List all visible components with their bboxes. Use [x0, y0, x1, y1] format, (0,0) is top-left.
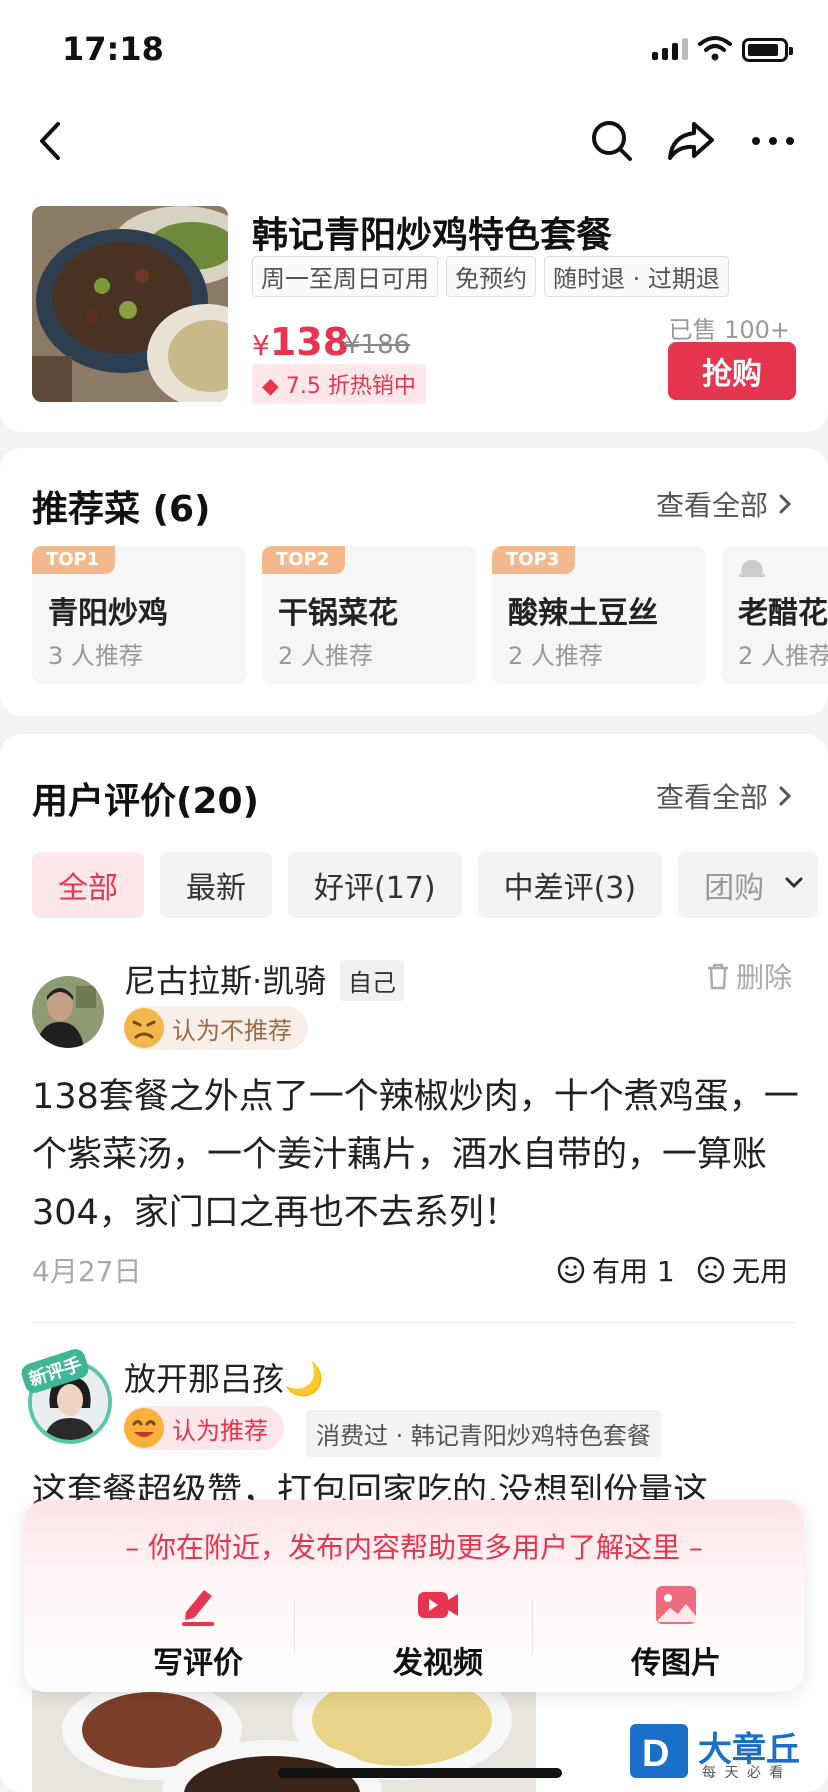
price-value: 138 — [269, 320, 350, 364]
post-video-button[interactable]: 发视频 — [338, 1582, 538, 1682]
composer-separator — [532, 1598, 533, 1654]
review-username[interactable]: 放开那吕孩🌙 — [124, 1354, 324, 1400]
product-card[interactable]: 韩记青阳炒鸡特色套餐 周一至周日可用 免预约 随时退 · 过期退 ¥138 ¥1… — [0, 190, 828, 432]
sold-count: 已售 100+ — [668, 316, 790, 344]
product-tag: 随时退 · 过期退 — [544, 256, 729, 297]
verdict-text: 认为不推荐 — [172, 1016, 292, 1045]
dish-name: 老醋花生 — [738, 596, 828, 631]
write-review-button[interactable]: 写评价 — [98, 1582, 298, 1682]
search-icon[interactable] — [588, 116, 636, 166]
useless-label: 无用 — [732, 1255, 789, 1288]
original-price: ¥186 — [344, 330, 411, 360]
svg-text:D: D — [642, 1733, 669, 1775]
dish-card[interactable]: TOP2 干锅菜花 2 人推荐 — [262, 546, 476, 684]
share-icon[interactable] — [664, 116, 718, 166]
chevron-down-icon — [785, 877, 803, 889]
consumed-tag[interactable]: 消费过 · 韩记青阳炒鸡特色套餐 — [306, 1410, 661, 1457]
currency-symbol: ¥ — [252, 329, 270, 362]
discount-text: 7.5 折热销中 — [285, 374, 416, 399]
chevron-right-icon — [779, 786, 792, 806]
product-tags: 周一至周日可用 免预约 随时退 · 过期退 — [252, 256, 729, 297]
product-tag: 周一至周日可用 — [252, 256, 438, 297]
image-icon — [656, 1586, 696, 1624]
buy-button[interactable]: 抢购 — [668, 342, 796, 400]
smile-icon — [557, 1256, 585, 1284]
useful-button[interactable]: 有用 1 — [556, 1250, 675, 1290]
post-composer-panel: – 你在附近，发布内容帮助更多用户了解这里 – 写评价 发视频 传图片 — [24, 1500, 804, 1692]
filter-tab-latest[interactable]: 最新 — [160, 852, 272, 918]
dish-name: 青阳炒鸡 — [48, 596, 168, 631]
self-tag: 自己 — [340, 960, 404, 1001]
signal-icon — [652, 38, 688, 60]
delete-label: 删除 — [735, 961, 792, 994]
dish-card[interactable]: TOP1 青阳炒鸡 3 人推荐 — [32, 546, 246, 684]
frown-icon — [697, 1256, 725, 1284]
dish-recommend-count: 3 人推荐 — [48, 642, 143, 670]
chevron-right-icon — [779, 494, 792, 514]
review-username[interactable]: 尼古拉斯·凯骑 — [124, 956, 326, 1002]
useless-button[interactable]: 无用 — [696, 1250, 788, 1290]
composer-separator — [294, 1598, 295, 1654]
post-video-label: 发视频 — [393, 1646, 483, 1681]
see-all-label: 查看全部 — [655, 489, 768, 522]
status-time: 17:18 — [62, 30, 164, 68]
composer-tip: – 你在附近，发布内容帮助更多用户了解这里 – — [125, 1531, 703, 1564]
watermark-logo: D 大章丘 每 天 必 看 — [630, 1722, 820, 1786]
wifi-icon — [698, 36, 732, 61]
section-title: 用户评价(20) — [32, 781, 260, 822]
section-title: 推荐菜 (6) — [32, 489, 211, 530]
discount-badge: ◆ 7.5 折热销中 — [252, 364, 426, 404]
status-bar: 17:18 — [0, 0, 828, 100]
recommend-badge: 认为推荐 — [124, 1406, 284, 1450]
useful-label: 有用 1 — [592, 1255, 675, 1288]
filter-tab-more[interactable]: 团购 — [678, 852, 819, 918]
dish-recommend-count: 2 人推荐 — [278, 642, 373, 670]
product-title: 韩记青阳炒鸡特色套餐 — [252, 215, 613, 256]
product-tag: 免预约 — [446, 256, 536, 297]
filter-tab-group: 团购 — [704, 871, 765, 906]
upload-photo-label: 传图片 — [631, 1646, 721, 1681]
smile-face-icon — [124, 1408, 164, 1448]
dish-cover-icon — [739, 560, 765, 577]
watermark-slogan: 每 天 必 看 — [702, 1765, 786, 1781]
more-icon[interactable] — [748, 116, 798, 166]
filter-tab-positive[interactable]: 好评(17) — [288, 852, 462, 918]
recommended-dishes-section: 推荐菜 (6) 查看全部 TOP1 青阳炒鸡 3 人推荐 TOP2 干锅菜花 2… — [0, 448, 828, 716]
filter-tab-all[interactable]: 全部 — [32, 852, 144, 918]
review-divider — [32, 1322, 796, 1323]
see-all-reviews-link[interactable]: 查看全部 — [656, 776, 792, 816]
nav-bar — [0, 100, 828, 190]
dish-recommend-count: 2 人推荐 — [738, 642, 828, 670]
dish-recommend-count: 2 人推荐 — [508, 642, 603, 670]
dish-card[interactable]: 老醋花生 2 人推荐 — [722, 546, 828, 684]
product-price: ¥138 — [252, 320, 349, 364]
chevron-left-icon[interactable] — [30, 116, 70, 166]
avatar[interactable] — [32, 976, 104, 1048]
dish-card[interactable]: TOP3 酸辣土豆丝 2 人推荐 — [492, 546, 706, 684]
see-all-dishes-link[interactable]: 查看全部 — [656, 484, 792, 524]
dish-name: 干锅菜花 — [278, 596, 398, 631]
tag-icon: ◆ — [262, 374, 279, 399]
delete-review-button[interactable]: 删除 — [706, 956, 792, 996]
review-text[interactable]: 138套餐之外点了一个辣椒炒肉，十个煮鸡蛋，一个紫菜汤，一个姜汁藕片，酒水自带的… — [32, 1068, 802, 1244]
write-review-label: 写评价 — [153, 1646, 243, 1681]
filter-tab-negative[interactable]: 中差评(3) — [477, 852, 663, 918]
dish-name: 酸辣土豆丝 — [508, 596, 658, 631]
video-icon — [418, 1592, 458, 1618]
pen-icon — [182, 1590, 214, 1626]
review-date: 4月27日 — [32, 1255, 142, 1288]
verdict-text: 认为推荐 — [172, 1416, 268, 1445]
not-recommend-badge: 认为不推荐 — [124, 1006, 308, 1050]
see-all-label: 查看全部 — [655, 781, 768, 814]
rank-badge: TOP3 — [492, 546, 576, 574]
battery-icon — [742, 38, 793, 62]
review-filter-tabs: 全部 最新 好评(17) 中差评(3) 团购 — [32, 852, 819, 918]
rank-badge: TOP2 — [262, 546, 346, 574]
angry-face-icon — [124, 1008, 164, 1048]
home-indicator[interactable] — [278, 1768, 562, 1778]
trash-icon — [707, 963, 728, 990]
product-image[interactable] — [32, 206, 228, 402]
upload-photo-button[interactable]: 传图片 — [576, 1582, 776, 1682]
rank-badge: TOP1 — [32, 546, 116, 574]
